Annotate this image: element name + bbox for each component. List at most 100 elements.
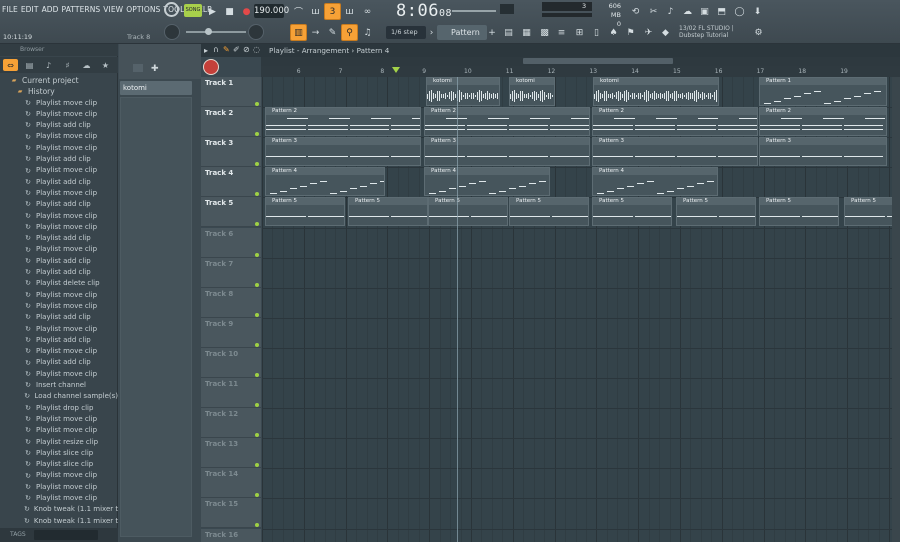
step-sequencer-icon[interactable]: →: [307, 24, 324, 41]
history-item[interactable]: ↻ Playlist slice clip: [0, 448, 118, 459]
track-mute-led[interactable]: [255, 222, 259, 227]
pattern-clip[interactable]: Pattern 5: [348, 197, 428, 227]
track-header[interactable]: Track 9: [201, 317, 261, 348]
playhead-marker-icon[interactable]: [392, 67, 400, 73]
playlist-breadcrumb[interactable]: Playlist - Arrangement › Pattern 4: [201, 44, 900, 57]
history-item[interactable]: ↻ Load channel sample(s): [0, 391, 118, 402]
history-item[interactable]: ↻ Playlist add clip: [0, 267, 118, 278]
tempo-tap-icon[interactable]: [203, 59, 219, 75]
pattern-add-icon[interactable]: +: [487, 24, 497, 41]
microphone-icon[interactable]: ♪: [662, 3, 679, 20]
pattern-clip[interactable]: Pattern 5: [592, 197, 672, 227]
track-mute-led[interactable]: [255, 102, 259, 106]
history-item[interactable]: ↻ Playlist move clip: [0, 493, 118, 504]
piano-roll-icon[interactable]: ▦: [518, 24, 535, 41]
playlist-scroll-thumb[interactable]: [523, 58, 673, 64]
audio-clip[interactable]: kotomi: [509, 77, 555, 106]
tempo-display[interactable]: 190.000: [254, 4, 289, 18]
pattern-clip[interactable]: Pattern 5: [265, 197, 345, 227]
snap-selector[interactable]: 1/6 step: [386, 26, 426, 39]
track-header[interactable]: Track 1: [201, 77, 261, 107]
countdown-icon[interactable]: 3: [324, 3, 341, 20]
menu-patterns[interactable]: PATTERNS: [62, 5, 101, 14]
picker-tab-clips-icon[interactable]: ✚: [151, 64, 159, 74]
track-mute-led[interactable]: [255, 372, 259, 377]
export-icon[interactable]: ⬒: [713, 3, 730, 20]
history-item[interactable]: ↻ Playlist move clip: [0, 244, 118, 255]
tree-current-project[interactable]: ▰ Current project: [0, 75, 118, 86]
history-item[interactable]: ↻ Insert channel: [0, 380, 118, 391]
master-pitch-slider[interactable]: [452, 10, 496, 12]
track-mute-led[interactable]: [255, 162, 259, 167]
help-icon[interactable]: ◆: [657, 24, 674, 41]
pattern-clip[interactable]: Pattern 5: [759, 197, 839, 227]
files-tab-icon[interactable]: ▤: [22, 59, 37, 71]
playlist-icon[interactable]: ▥: [290, 24, 307, 41]
master-volume-knob[interactable]: [164, 2, 179, 17]
project-tab-icon[interactable]: ♯: [60, 59, 75, 71]
audio-clip[interactable]: kotomi: [593, 77, 719, 106]
history-item[interactable]: ↻ Playlist move clip: [0, 425, 118, 436]
record-icon[interactable]: ●: [238, 3, 255, 20]
cloud-tab-icon[interactable]: ☁: [79, 59, 94, 71]
track-header[interactable]: Track 8: [201, 287, 261, 318]
track-mute-led[interactable]: [255, 252, 259, 257]
history-item[interactable]: ↻ Playlist move clip: [0, 482, 118, 493]
chat-icon[interactable]: ◯: [731, 3, 748, 20]
news-panel[interactable]: 13/02 FL STUDIO | Dubstep Tutorial: [679, 25, 734, 39]
favorites-tab-icon[interactable]: ★: [98, 59, 113, 71]
tags-search-input[interactable]: [34, 530, 98, 540]
history-item[interactable]: ↻ Playlist slice clip: [0, 459, 118, 470]
menu-add[interactable]: ADD: [42, 5, 59, 14]
track-mute-led[interactable]: [255, 282, 259, 287]
history-item[interactable]: ↻ Playlist add clip: [0, 233, 118, 244]
magnet-icon[interactable]: ∩: [213, 45, 219, 54]
cut-icon[interactable]: ✂: [645, 3, 662, 20]
pattern-clip[interactable]: Pattern 3: [759, 137, 887, 167]
vertical-scrollbar[interactable]: [892, 77, 900, 542]
track-mute-led[interactable]: [255, 192, 259, 197]
history-item[interactable]: ↻ Playlist move clip: [0, 324, 118, 335]
history-item[interactable]: ↻ Playlist move clip: [0, 98, 118, 109]
mixer-icon[interactable]: ≡: [553, 24, 570, 41]
audio-clip[interactable]: kotomi: [426, 77, 500, 106]
pattern-clip[interactable]: Pattern 5: [676, 197, 756, 227]
pattern-clip[interactable]: Pattern 2: [759, 107, 887, 137]
pattern-prev-icon[interactable]: ›: [427, 24, 436, 41]
pattern-clip[interactable]: Pattern 5: [509, 197, 589, 227]
track-mute-led[interactable]: [255, 523, 259, 528]
metronome-icon[interactable]: ⌒: [290, 3, 307, 20]
history-item[interactable]: ↻ Playlist move clip: [0, 301, 118, 312]
history-item[interactable]: ↻ Playlist add clip: [0, 256, 118, 267]
history-item[interactable]: ↻ Playlist move clip: [0, 369, 118, 380]
master-knob[interactable]: [164, 24, 180, 40]
history-item[interactable]: ↻ Playlist add clip: [0, 335, 118, 346]
draw-tool-icon[interactable]: ✎: [223, 45, 230, 54]
pattern-clip[interactable]: Pattern 4: [592, 167, 718, 197]
pattern-clip[interactable]: Pattern 4: [265, 167, 385, 197]
history-item[interactable]: ↻ Playlist move clip: [0, 109, 118, 120]
track-header[interactable]: Track 14: [201, 468, 261, 499]
history-item[interactable]: ↻ Playlist move clip: [0, 143, 118, 154]
track-header[interactable]: Track 2: [201, 107, 261, 138]
volume-slider-thumb[interactable]: [205, 28, 212, 35]
track-header[interactable]: Track 12: [201, 408, 261, 439]
track-mute-led[interactable]: [255, 463, 259, 468]
wait-input-icon[interactable]: ш: [307, 3, 324, 20]
plugins-tab-icon[interactable]: ♪: [41, 59, 56, 71]
history-item[interactable]: ↻ Playlist add clip: [0, 357, 118, 368]
track-mute-led[interactable]: [255, 433, 259, 438]
save-icon[interactable]: ▣: [696, 3, 713, 20]
menu-edit[interactable]: EDIT: [21, 5, 39, 14]
history-item[interactable]: ↻ Playlist add clip: [0, 312, 118, 323]
history-item[interactable]: ↻ Playlist move clip: [0, 188, 118, 199]
pattern-song-toggle[interactable]: SONG: [184, 4, 202, 17]
pattern-clip[interactable]: Pattern 2: [265, 107, 421, 137]
blend-notes-icon[interactable]: ∞: [359, 3, 376, 20]
tutorial-icon[interactable]: ✈: [640, 24, 657, 41]
pattern-clip[interactable]: Pattern 3: [265, 137, 421, 167]
history-item[interactable]: ↻ Playlist move clip: [0, 131, 118, 142]
paint-tool-icon[interactable]: ✐: [233, 45, 240, 54]
menu-options[interactable]: OPTIONS: [126, 5, 160, 14]
menu-file[interactable]: FILE: [2, 5, 18, 14]
